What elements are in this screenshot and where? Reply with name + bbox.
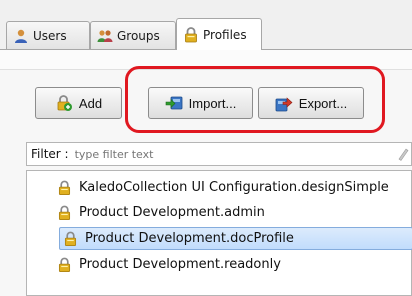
users-icon [13, 28, 29, 44]
lock-icon [57, 257, 72, 273]
clear-filter-icon[interactable] [397, 147, 409, 161]
add-lock-icon [55, 94, 73, 112]
tree-item[interactable]: Product Development.admin [57, 201, 265, 224]
filter-input[interactable] [68, 146, 319, 162]
tab-profiles-label: Profiles [203, 27, 247, 42]
tab-groups[interactable]: Groups [90, 21, 176, 49]
lock-icon [63, 231, 78, 247]
groups-icon [97, 28, 113, 44]
tab-users[interactable]: Users [6, 21, 90, 49]
tab-strip: Users Groups Profiles [0, 0, 412, 50]
lock-icon [183, 26, 199, 43]
filter-label: Filter : [31, 147, 69, 161]
add-button[interactable]: Add [35, 87, 122, 119]
tab-users-label: Users [33, 28, 67, 43]
tree-item-label: Product Development.admin [79, 205, 265, 220]
tab-groups-label: Groups [117, 28, 160, 43]
import-export-highlight [125, 66, 385, 133]
tab-profiles[interactable]: Profiles [176, 18, 262, 50]
lock-icon [57, 205, 72, 221]
tree-item-label: KaledoCollection UI Configuration.design… [79, 180, 389, 195]
tree-item[interactable]: Product Development.readonly [57, 253, 281, 276]
profile-tree: KaledoCollection UI Configuration.design… [26, 170, 412, 296]
add-button-label: Add [78, 95, 103, 111]
tree-item-label: Product Development.readonly [79, 257, 281, 272]
tree-item[interactable]: KaledoCollection UI Configuration.design… [57, 176, 389, 199]
tree-item-label: Product Development.docProfile [85, 231, 294, 246]
filter-bar: Filter : [26, 142, 412, 166]
tree-item-selected[interactable]: Product Development.docProfile [59, 227, 412, 250]
lock-icon [57, 180, 72, 196]
